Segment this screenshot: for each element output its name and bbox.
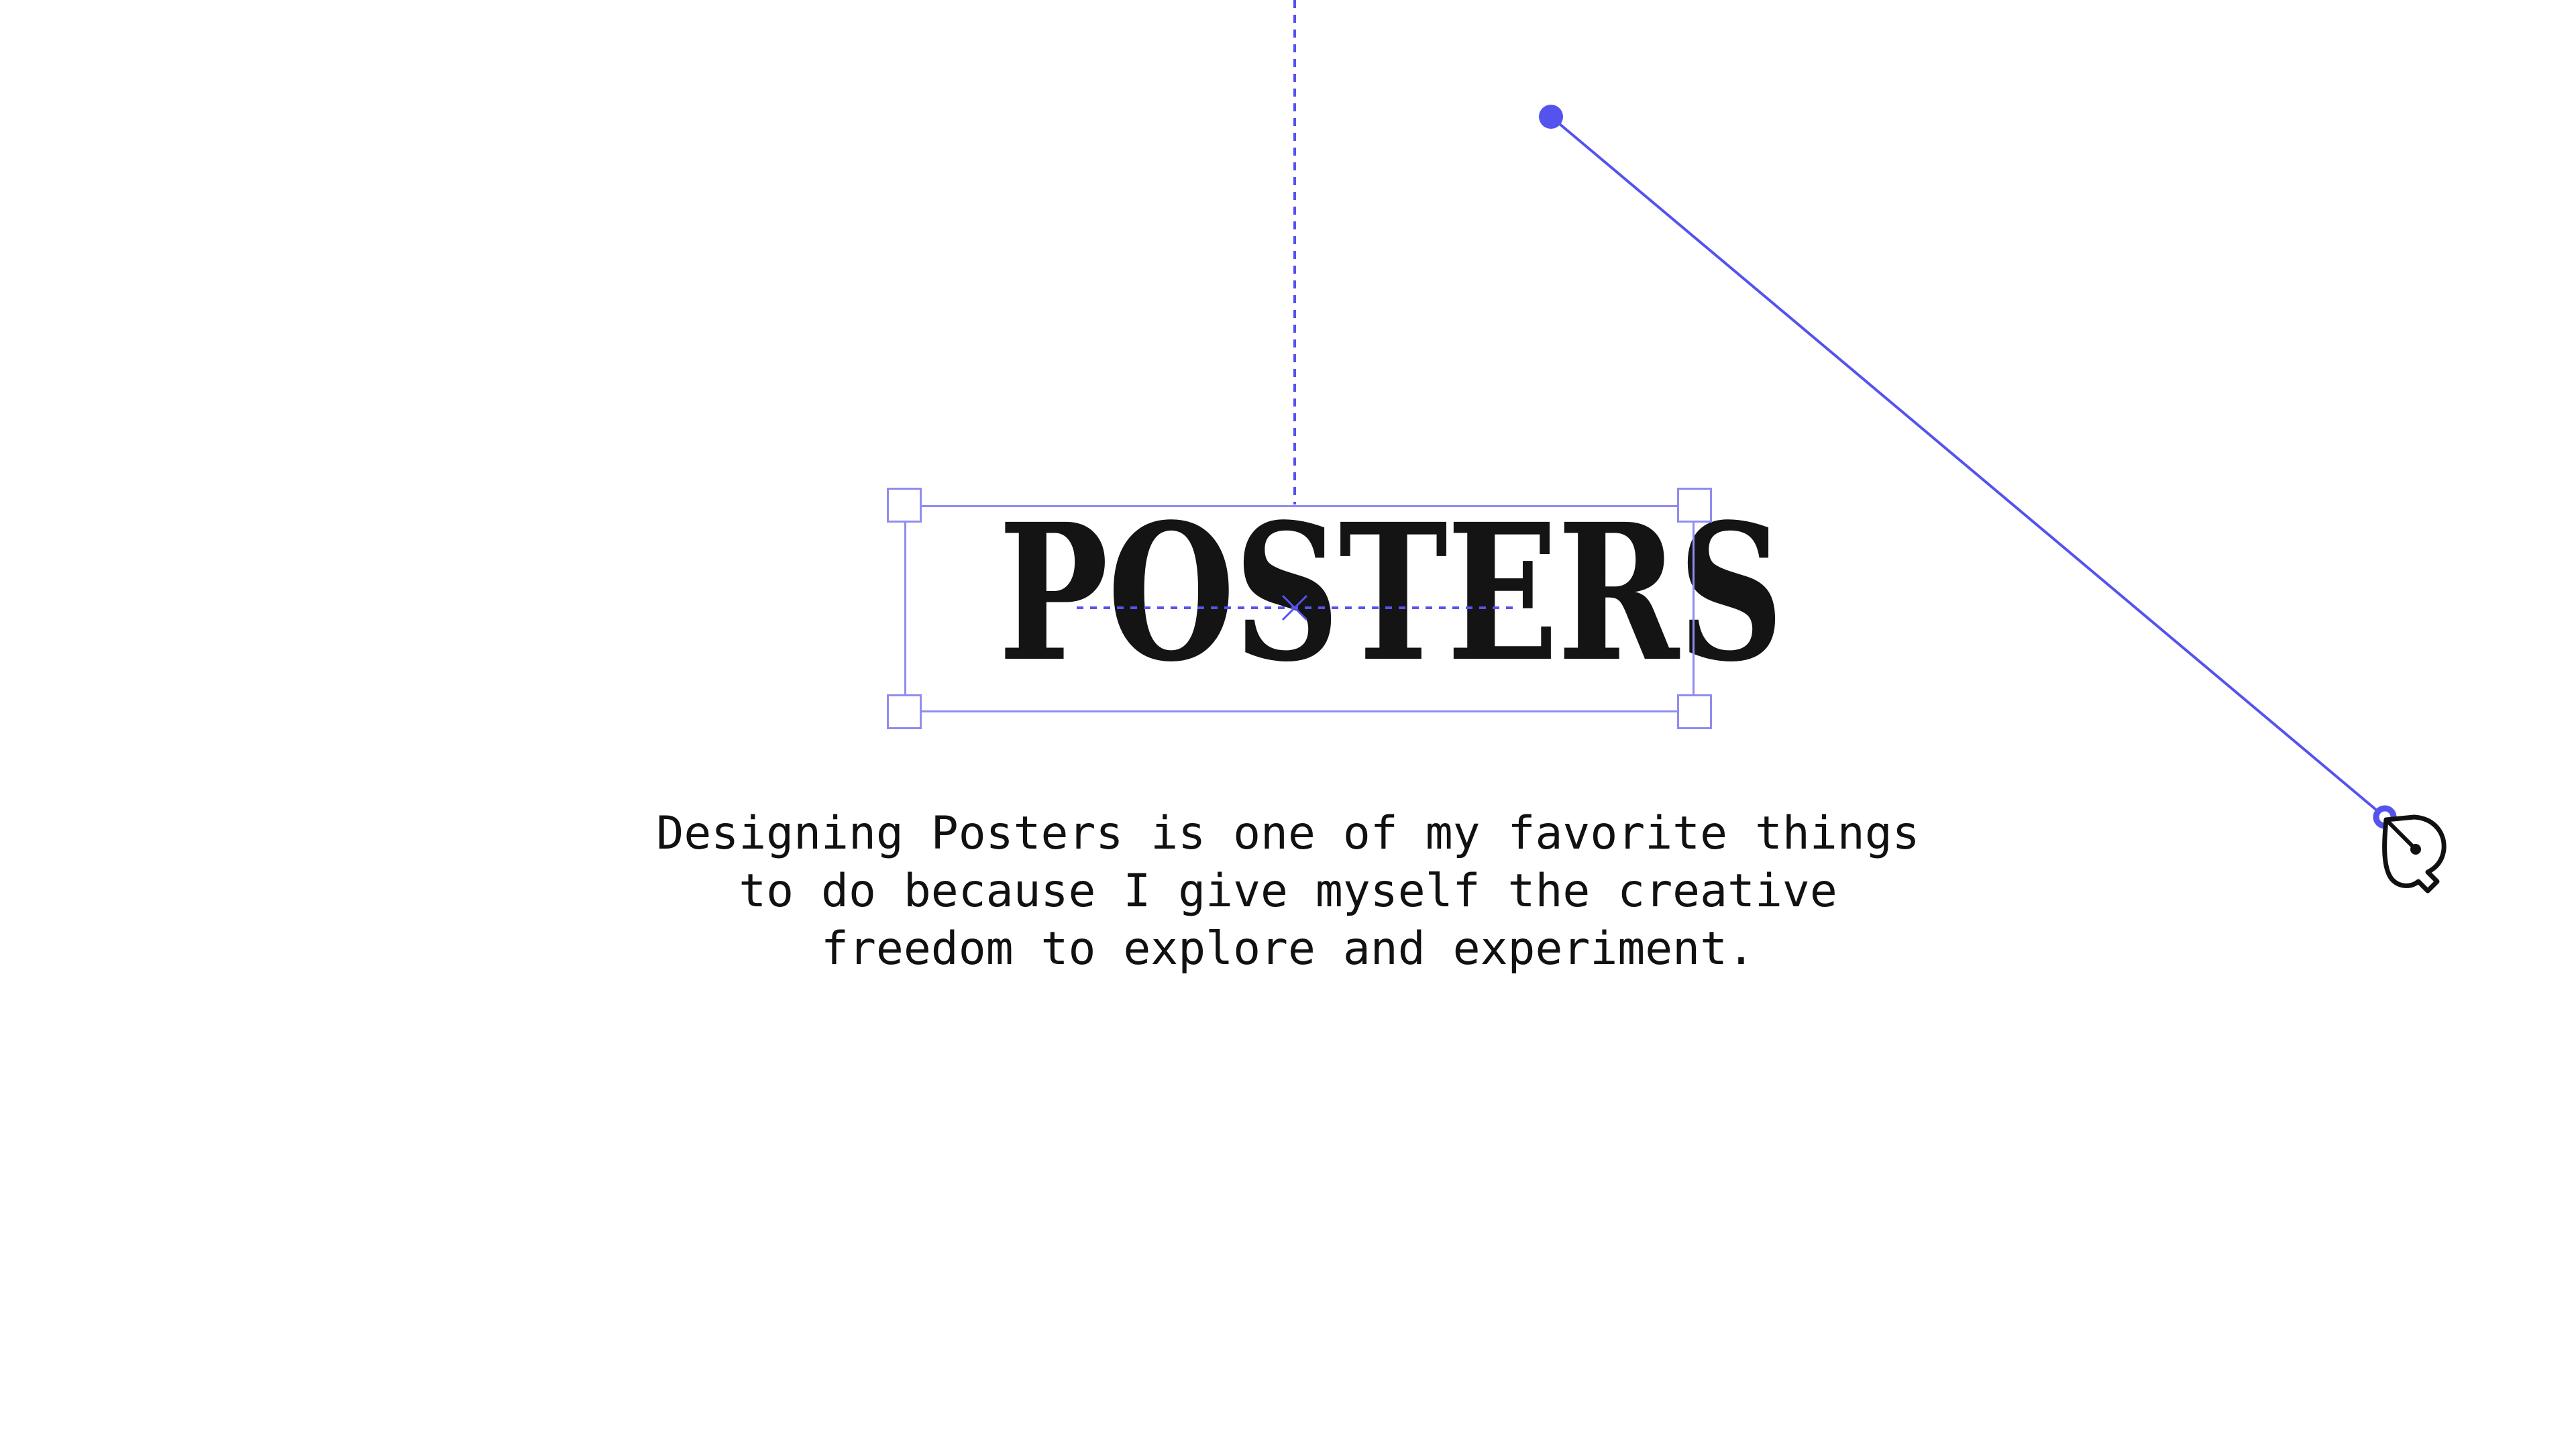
resize-handle-bottom-right[interactable] <box>1677 694 1712 729</box>
poster-title[interactable]: POSTERS <box>998 493 1784 694</box>
resize-handle-bottom-left[interactable] <box>887 694 922 729</box>
design-canvas[interactable]: POSTERS Designing Posters is one of my f… <box>0 0 2576 1449</box>
poster-description[interactable]: Designing Posters is one of my favorite … <box>577 805 1999 978</box>
resize-handle-top-left[interactable] <box>887 488 922 523</box>
guide-layer <box>1293 0 1296 504</box>
resize-handle-top-right[interactable] <box>1677 488 1712 523</box>
